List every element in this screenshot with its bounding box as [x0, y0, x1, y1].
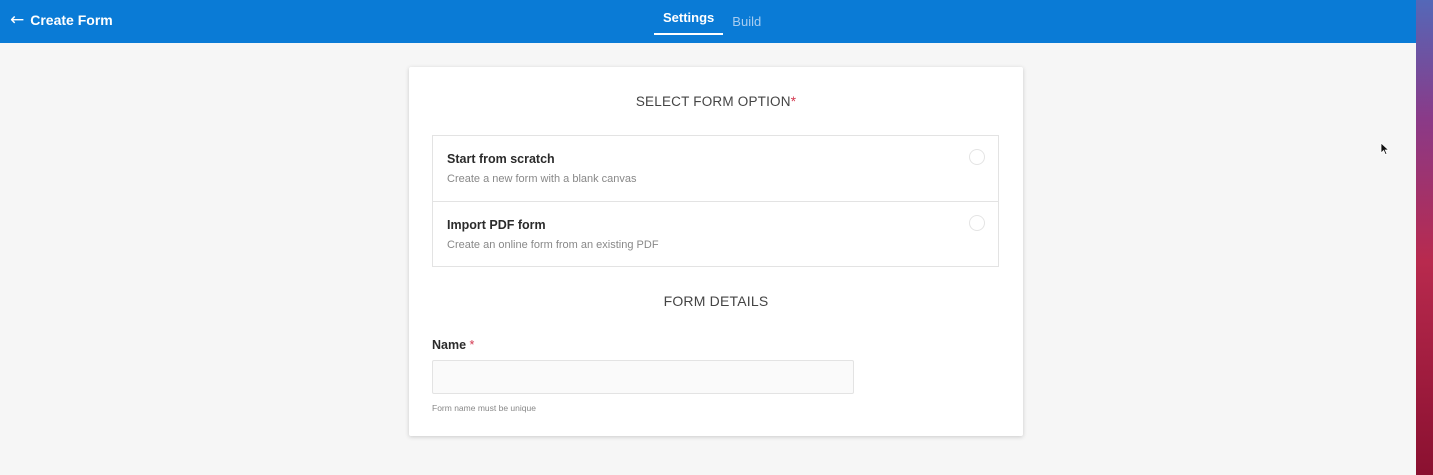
top-bar: ← Create Form Settings Build [0, 0, 1416, 43]
option-import-pdf-form[interactable]: Import PDF form Create an online form fr… [433, 201, 998, 266]
option-start-from-scratch[interactable]: Start from scratch Create a new form wit… [433, 136, 998, 201]
form-details-heading: FORM DETAILS [663, 293, 769, 309]
app-window: ← Create Form Settings Build SELECT FORM… [0, 0, 1433, 475]
option-description: Create a new form with a blank canvas [447, 173, 637, 185]
mouse-pointer-icon [1380, 142, 1390, 156]
form-option-list: Start from scratch Create a new form wit… [432, 135, 999, 267]
required-asterisk: * [469, 338, 475, 352]
page-title: Create Form [30, 12, 113, 28]
back-button[interactable]: ← Create Form [10, 0, 113, 40]
desktop-wallpaper-edge [1416, 0, 1433, 475]
option-title: Import PDF form [447, 218, 546, 232]
select-form-option-heading: SELECT FORM OPTION* [409, 94, 1023, 109]
tab-bar: Settings Build [654, 0, 770, 43]
name-help-text: Form name must be unique [432, 403, 536, 413]
radio-import-pdf-form[interactable] [969, 215, 985, 231]
name-label-text: Name [432, 338, 467, 352]
radio-start-from-scratch[interactable] [969, 149, 985, 165]
option-title: Start from scratch [447, 152, 555, 166]
tab-build[interactable]: Build [723, 0, 770, 43]
required-asterisk: * [790, 94, 797, 109]
name-field-label: Name * [432, 338, 474, 352]
option-description: Create an online form from an existing P… [447, 239, 659, 251]
name-input[interactable] [432, 360, 854, 394]
arrow-left-icon: ← [10, 9, 25, 30]
select-form-option-title: SELECT FORM OPTION [635, 94, 791, 109]
form-settings-card: SELECT FORM OPTION* Start from scratch C… [409, 67, 1023, 436]
tab-settings[interactable]: Settings [654, 0, 723, 35]
